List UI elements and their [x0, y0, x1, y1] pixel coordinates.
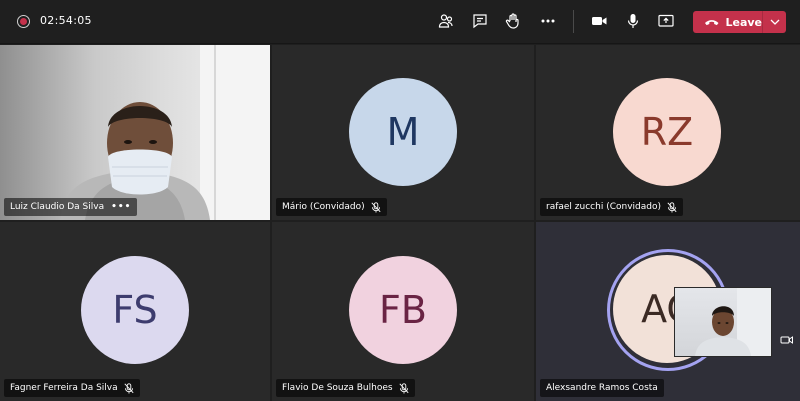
participant-tile[interactable]: Luiz Claudio Da Silva •••: [0, 45, 270, 220]
recording-icon: [17, 15, 30, 28]
camera-icon: [592, 17, 607, 25]
participant-name: Luiz Claudio Da Silva: [10, 202, 105, 212]
leave-main-button[interactable]: Leave: [693, 11, 763, 33]
mic-off-icon: [667, 201, 677, 212]
participant-name: Alexsandre Ramos Costa: [546, 383, 658, 393]
more-actions-icon: [541, 19, 555, 23]
chat-button[interactable]: [468, 9, 492, 33]
self-view-frame: [695, 288, 771, 356]
participant-name-tag: Luiz Claudio Da Silva •••: [4, 198, 138, 216]
microphone-button[interactable]: [621, 9, 645, 33]
meeting-toolbar: 02:54:05 Leave: [0, 0, 800, 44]
participant-name-tag: Fagner Ferreira Da Silva: [4, 379, 140, 397]
hang-up-icon: [704, 20, 719, 26]
participant-name-tag: Alexsandre Ramos Costa: [540, 379, 664, 397]
participant-tile[interactable]: FB Flavio De Souza Bulhoes: [272, 222, 534, 401]
share-screen-button[interactable]: [654, 9, 678, 33]
participant-name: Flavio De Souza Bulhoes: [282, 383, 393, 393]
share-screen-icon: [658, 14, 674, 27]
microphone-icon: [627, 14, 639, 28]
mic-off-icon: [124, 382, 134, 393]
participant-avatar: FS: [81, 256, 189, 364]
participant-tile[interactable]: M Mário (Convidado): [272, 45, 534, 220]
participant-video-frame: [60, 45, 270, 220]
self-view-video[interactable]: [674, 287, 772, 357]
toolbar-divider: [573, 10, 574, 33]
participant-name: rafael zucchi (Convidado): [546, 202, 661, 212]
participant-tile[interactable]: FS Fagner Ferreira Da Silva: [0, 222, 270, 401]
meeting-timer: 02:54:05: [40, 14, 92, 27]
participant-video: [0, 45, 270, 220]
participant-avatar: FB: [349, 256, 457, 364]
more-actions-button[interactable]: [536, 9, 560, 33]
raise-hand-icon: [505, 13, 519, 29]
camera-button[interactable]: [587, 9, 611, 33]
participant-tile[interactable]: RZ rafael zucchi (Convidado): [536, 45, 800, 220]
participant-name: Fagner Ferreira Da Silva: [10, 383, 118, 393]
participant-avatar: M: [349, 78, 457, 186]
mic-off-icon: [371, 201, 381, 212]
participant-avatar: RZ: [613, 78, 721, 186]
camera-switch-icon[interactable]: [780, 333, 794, 347]
participants-button[interactable]: [434, 9, 458, 33]
mic-off-icon: [399, 382, 409, 393]
leave-label: Leave: [725, 15, 762, 29]
participants-icon: [438, 14, 453, 28]
chevron-down-icon: [770, 19, 779, 25]
leave-options-button[interactable]: [763, 11, 786, 33]
participant-name: Mário (Convidado): [282, 202, 365, 212]
participant-name-tag: rafael zucchi (Convidado): [540, 198, 683, 216]
more-options-icon[interactable]: •••: [111, 202, 131, 212]
chat-icon: [473, 14, 487, 29]
raise-hand-button[interactable]: [501, 9, 525, 33]
participant-name-tag: Mário (Convidado): [276, 198, 387, 216]
participant-name-tag: Flavio De Souza Bulhoes: [276, 379, 415, 397]
leave-button[interactable]: Leave: [693, 11, 786, 33]
